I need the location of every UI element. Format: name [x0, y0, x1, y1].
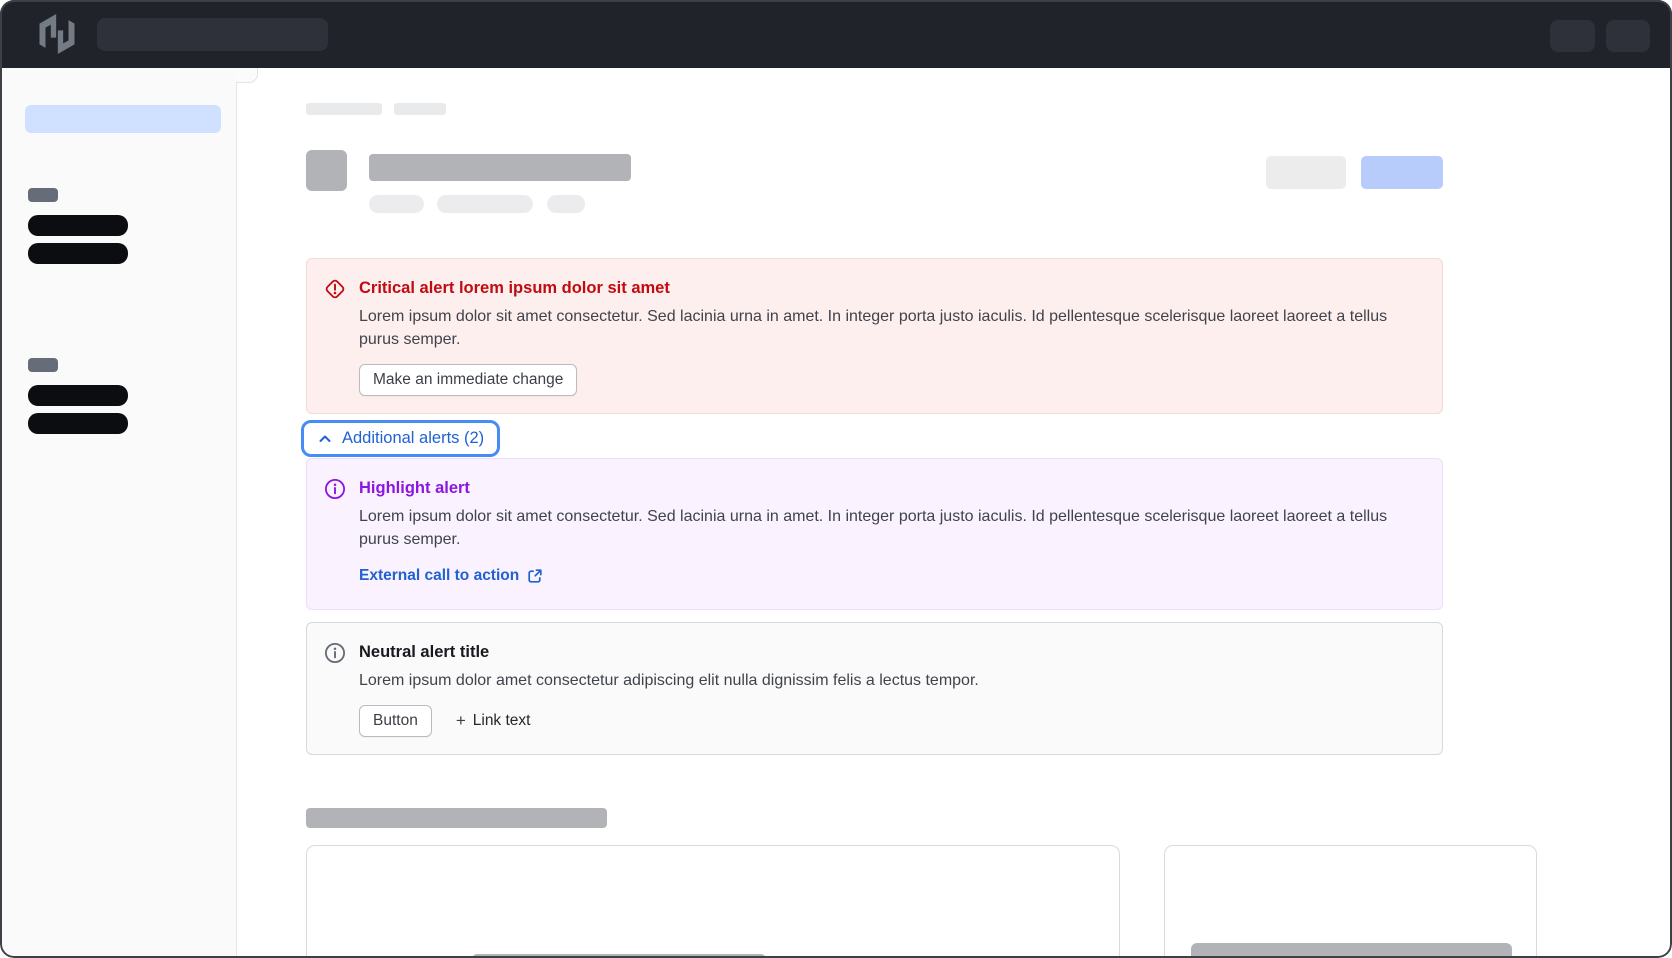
badge-skeleton: [369, 195, 424, 213]
external-link-icon: [527, 568, 543, 584]
additional-alerts-toggle[interactable]: Additional alerts (2): [301, 420, 500, 457]
critical-alert: Critical alert lorem ipsum dolor sit ame…: [306, 258, 1443, 414]
badge-skeleton: [547, 195, 585, 213]
critical-alert-title: Critical alert lorem ipsum dolor sit ame…: [359, 276, 1412, 300]
primary-button-skeleton[interactable]: [1361, 156, 1443, 189]
badge-skeleton: [437, 195, 533, 213]
sidebar: [0, 68, 237, 958]
neutral-alert-title: Neutral alert title: [359, 640, 1412, 664]
app-window: Critical alert lorem ipsum dolor sit ame…: [0, 0, 1672, 958]
sidebar-group-label-skeleton: [28, 188, 58, 202]
highlight-alert-link-label: External call to action: [359, 567, 519, 585]
sidebar-selected-item-skeleton: [25, 105, 221, 133]
sidebar-item-skeleton: [28, 385, 128, 406]
nav-action-skeleton-2: [1606, 20, 1650, 52]
sidebar-item-skeleton: [28, 243, 128, 264]
secondary-button-skeleton[interactable]: [1266, 156, 1346, 189]
top-navbar: [0, 0, 1672, 68]
sidebar-item-skeleton: [28, 215, 128, 236]
nav-search-skeleton: [97, 18, 328, 51]
card-content-skeleton: [472, 954, 766, 958]
chevron-up-icon: [317, 431, 333, 447]
hashicorp-logo: [37, 14, 77, 54]
info-circle-icon: [323, 641, 347, 665]
neutral-alert-body: Lorem ipsum dolor amet consectetur adipi…: [359, 669, 1412, 692]
neutral-alert-link[interactable]: + Link text: [456, 712, 531, 730]
sidebar-group-label-skeleton: [28, 358, 58, 372]
sidebar-item-skeleton: [28, 413, 128, 434]
highlight-alert: Highlight alert Lorem ipsum dolor sit am…: [306, 458, 1443, 610]
card-skeleton: [1164, 845, 1537, 958]
highlight-alert-external-link[interactable]: External call to action: [359, 567, 543, 585]
critical-alert-body: Lorem ipsum dolor sit amet consectetur. …: [359, 305, 1412, 351]
neutral-alert-button[interactable]: Button: [359, 705, 432, 737]
critical-alert-content: Critical alert lorem ipsum dolor sit ame…: [359, 276, 1412, 396]
plus-icon: +: [456, 713, 466, 729]
main-content: Critical alert lorem ipsum dolor sit ame…: [237, 68, 1672, 958]
card-content-skeleton: [1191, 943, 1512, 958]
neutral-alert: Neutral alert title Lorem ipsum dolor am…: [306, 622, 1443, 755]
page-title-skeleton: [369, 154, 631, 181]
highlight-alert-body: Lorem ipsum dolor sit amet consectetur. …: [359, 505, 1412, 551]
info-circle-icon: [323, 477, 347, 501]
section-title-skeleton: [306, 808, 607, 828]
highlight-alert-title: Highlight alert: [359, 476, 1412, 500]
neutral-alert-content: Neutral alert title Lorem ipsum dolor am…: [359, 640, 1412, 737]
critical-alert-action-button[interactable]: Make an immediate change: [359, 364, 577, 396]
breadcrumb-skeleton: [394, 103, 446, 115]
nav-action-skeleton-1: [1550, 20, 1595, 52]
alert-diamond-icon: [323, 277, 347, 301]
neutral-alert-link-label: Link text: [473, 712, 531, 730]
neutral-alert-actions: Button + Link text: [359, 705, 1412, 737]
card-skeleton: [306, 845, 1120, 958]
highlight-alert-content: Highlight alert Lorem ipsum dolor sit am…: [359, 476, 1412, 592]
breadcrumb-skeleton: [306, 103, 382, 115]
additional-alerts-toggle-label: Additional alerts (2): [342, 429, 484, 448]
page-icon-skeleton: [306, 150, 347, 191]
